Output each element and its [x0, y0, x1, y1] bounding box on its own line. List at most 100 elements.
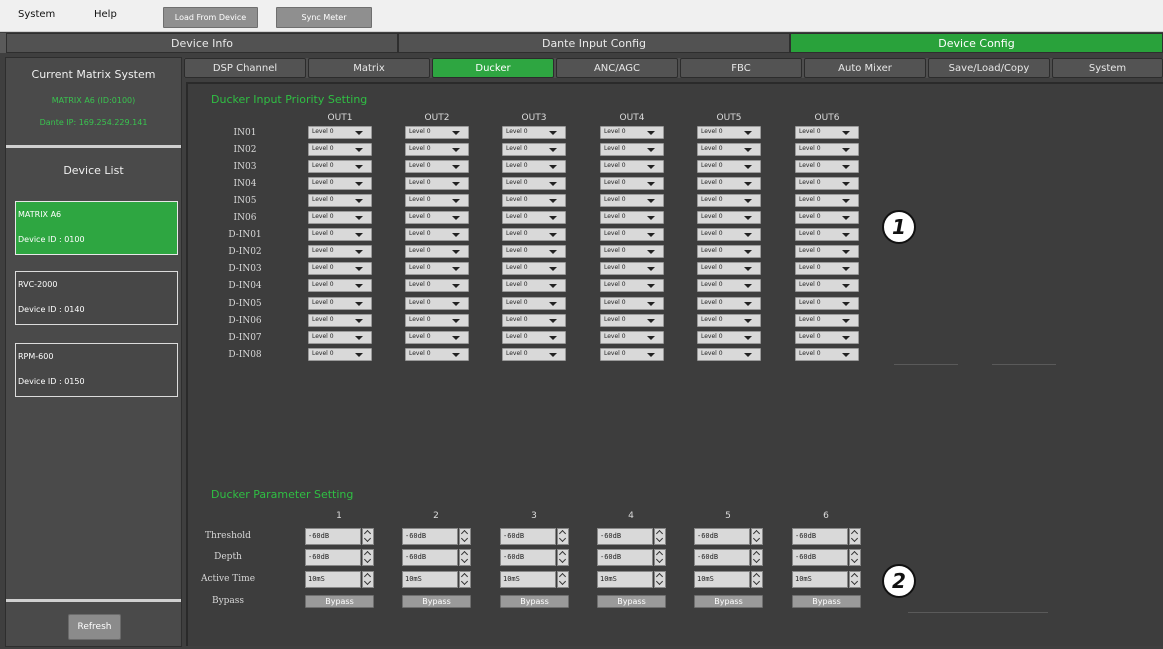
priority-level-select[interactable]: Level 0 [502, 330, 566, 344]
active-time-spinbox[interactable]: 10mS [792, 571, 861, 588]
chevron-down-icon[interactable] [363, 555, 372, 564]
priority-level-select[interactable]: Level 0 [600, 211, 664, 225]
up-down-stepper[interactable] [459, 571, 471, 588]
priority-level-select[interactable]: Level 0 [405, 126, 469, 139]
priority-level-select[interactable]: Level 0 [405, 330, 469, 344]
priority-level-select[interactable]: Level 0 [308, 313, 372, 327]
depth-spinbox[interactable]: -60dB [402, 549, 471, 566]
priority-level-select[interactable]: Level 0 [405, 228, 469, 242]
priority-level-select[interactable]: Level 0 [600, 126, 664, 139]
priority-level-select[interactable]: Level 0 [405, 177, 469, 191]
priority-level-select[interactable]: Level 0 [795, 228, 859, 242]
priority-level-select[interactable]: Level 0 [502, 279, 566, 293]
chevron-down-icon[interactable] [558, 577, 567, 586]
active-time-spinbox[interactable]: 10mS [305, 571, 374, 588]
up-down-stepper[interactable] [557, 571, 569, 588]
refresh-button[interactable]: Refresh [68, 614, 121, 640]
priority-level-select[interactable]: Level 0 [308, 160, 372, 174]
depth-input[interactable]: -60dB [792, 549, 848, 566]
load-from-device-button[interactable]: Load From Device [163, 7, 258, 28]
tab-matrix[interactable]: Matrix [308, 58, 430, 78]
up-down-stepper[interactable] [849, 528, 861, 545]
priority-level-select[interactable]: Level 0 [405, 194, 469, 208]
up-down-stepper[interactable] [654, 549, 666, 566]
priority-level-select[interactable]: Level 0 [502, 194, 566, 208]
priority-level-select[interactable]: Level 0 [697, 126, 761, 139]
threshold-spinbox[interactable]: -60dB [792, 528, 861, 545]
active-time-input[interactable]: 10mS [305, 571, 361, 588]
chevron-down-icon[interactable] [752, 534, 761, 543]
chevron-down-icon[interactable] [850, 577, 859, 586]
tab-anc-agc[interactable]: ANC/AGC [556, 58, 678, 78]
threshold-spinbox[interactable]: -60dB [597, 528, 666, 545]
threshold-input[interactable]: -60dB [792, 528, 848, 545]
priority-level-select[interactable]: Level 0 [600, 296, 664, 310]
priority-level-select[interactable]: Level 0 [502, 313, 566, 327]
priority-level-select[interactable]: Level 0 [697, 296, 761, 310]
tab-dante-input-config[interactable]: Dante Input Config [398, 33, 790, 53]
chevron-down-icon[interactable] [363, 534, 372, 543]
up-down-stepper[interactable] [362, 571, 374, 588]
chevron-down-icon[interactable] [752, 555, 761, 564]
bypass-button[interactable]: Bypass [305, 595, 374, 608]
chevron-down-icon[interactable] [363, 577, 372, 586]
priority-level-select[interactable]: Level 0 [697, 245, 761, 259]
priority-level-select[interactable]: Level 0 [795, 177, 859, 191]
priority-level-select[interactable]: Level 0 [405, 313, 469, 327]
bypass-button[interactable]: Bypass [402, 595, 471, 608]
priority-level-select[interactable]: Level 0 [795, 262, 859, 276]
priority-level-select[interactable]: Level 0 [502, 245, 566, 259]
priority-level-select[interactable]: Level 0 [600, 194, 664, 208]
priority-level-select[interactable]: Level 0 [600, 347, 664, 361]
up-down-stepper[interactable] [459, 549, 471, 566]
priority-level-select[interactable]: Level 0 [795, 296, 859, 310]
tab-auto-mixer[interactable]: Auto Mixer [804, 58, 926, 78]
menu-system[interactable]: System [18, 9, 55, 20]
threshold-spinbox[interactable]: -60dB [694, 528, 763, 545]
priority-level-select[interactable]: Level 0 [600, 143, 664, 157]
depth-input[interactable]: -60dB [500, 549, 556, 566]
priority-level-select[interactable]: Level 0 [600, 330, 664, 344]
priority-level-select[interactable]: Level 0 [795, 160, 859, 174]
priority-level-select[interactable]: Level 0 [795, 143, 859, 157]
priority-level-select[interactable]: Level 0 [405, 211, 469, 225]
bypass-button[interactable]: Bypass [792, 595, 861, 608]
depth-spinbox[interactable]: -60dB [305, 549, 374, 566]
priority-level-select[interactable]: Level 0 [502, 160, 566, 174]
up-down-stepper[interactable] [654, 571, 666, 588]
priority-level-select[interactable]: Level 0 [697, 347, 761, 361]
priority-level-select[interactable]: Level 0 [405, 143, 469, 157]
active-time-spinbox[interactable]: 10mS [597, 571, 666, 588]
chevron-down-icon[interactable] [558, 534, 567, 543]
priority-level-select[interactable]: Level 0 [697, 330, 761, 344]
threshold-input[interactable]: -60dB [694, 528, 750, 545]
active-time-spinbox[interactable]: 10mS [500, 571, 569, 588]
up-down-stepper[interactable] [849, 549, 861, 566]
threshold-spinbox[interactable]: -60dB [500, 528, 569, 545]
up-down-stepper[interactable] [751, 528, 763, 545]
priority-level-select[interactable]: Level 0 [697, 228, 761, 242]
priority-level-select[interactable]: Level 0 [600, 160, 664, 174]
priority-level-select[interactable]: Level 0 [600, 313, 664, 327]
priority-level-select[interactable]: Level 0 [600, 228, 664, 242]
tab-save-load-copy[interactable]: Save/Load/Copy [928, 58, 1050, 78]
active-time-input[interactable]: 10mS [402, 571, 458, 588]
menu-help[interactable]: Help [94, 9, 117, 20]
depth-spinbox[interactable]: -60dB [694, 549, 763, 566]
device-card-rpm-600[interactable]: RPM-600 Device ID : 0150 [15, 343, 178, 397]
priority-level-select[interactable]: Level 0 [697, 160, 761, 174]
tab-fbc[interactable]: FBC [680, 58, 802, 78]
priority-level-select[interactable]: Level 0 [600, 245, 664, 259]
priority-level-select[interactable]: Level 0 [697, 177, 761, 191]
priority-level-select[interactable]: Level 0 [308, 211, 372, 225]
tab-dsp-channel[interactable]: DSP Channel [184, 58, 306, 78]
priority-level-select[interactable]: Level 0 [795, 279, 859, 293]
priority-level-select[interactable]: Level 0 [405, 279, 469, 293]
priority-level-select[interactable]: Level 0 [308, 194, 372, 208]
priority-level-select[interactable]: Level 0 [308, 143, 372, 157]
priority-level-select[interactable]: Level 0 [697, 194, 761, 208]
active-time-input[interactable]: 10mS [500, 571, 556, 588]
priority-level-select[interactable]: Level 0 [795, 126, 859, 139]
chevron-down-icon[interactable] [850, 534, 859, 543]
priority-level-select[interactable]: Level 0 [405, 262, 469, 276]
